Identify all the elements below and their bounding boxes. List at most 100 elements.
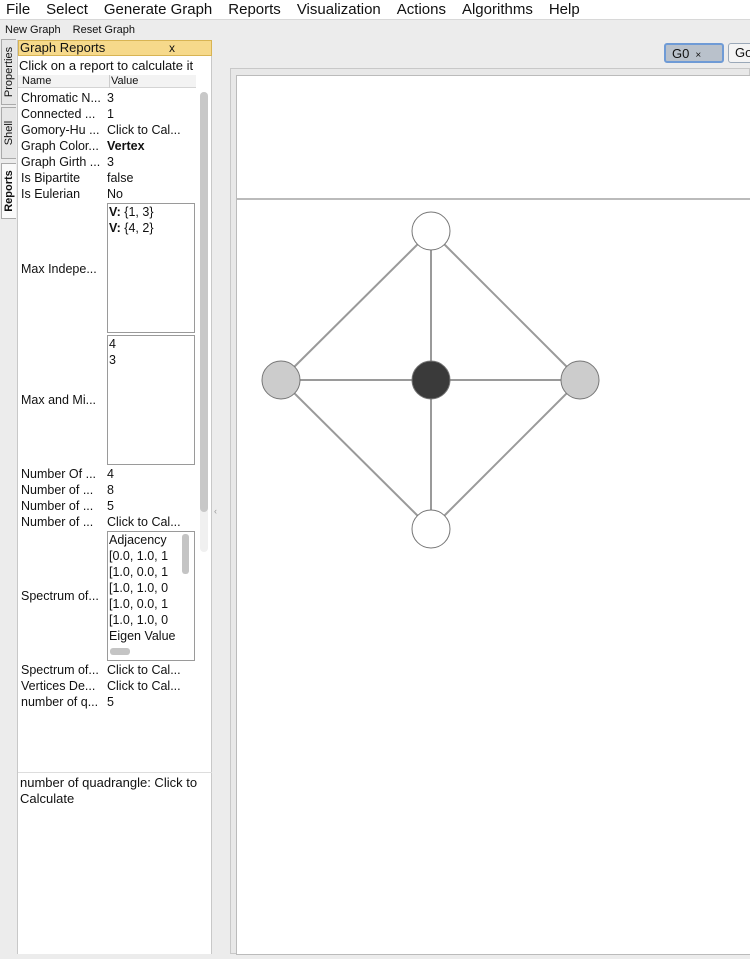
report-value: No [107,187,123,201]
report-value: Click to Cal... [107,515,181,529]
table-row[interactable]: Number Of ... 4 [18,466,196,482]
report-name: Gomory-Hu ... [21,123,100,137]
table-row[interactable]: Number of ... 8 [18,482,196,498]
table-row[interactable]: Is Eulerian No [18,186,196,202]
report-description: number of quadrangle: Click to Calculate [18,772,212,954]
report-name: Spectrum of... [21,589,99,603]
table-row[interactable]: Chromatic N... 3 [18,90,196,106]
report-value: Vertex [107,139,145,153]
spectrum-list[interactable]: Adjacency [0.0, 1.0, 1 [1.0, 0.0, 1 [1.0… [107,531,195,661]
table-row[interactable]: Is Bipartite false [18,170,196,186]
reports-scrollbar-thumb[interactable] [200,92,208,512]
report-value: 3 [107,91,114,105]
tab-other-label: Go [735,45,750,60]
menu-select[interactable]: Select [40,0,88,20]
list-item: 4 [109,337,116,351]
menu-file[interactable]: File [0,0,30,20]
report-value: 4 [107,467,114,481]
report-value: Click to Cal... [107,679,181,693]
report-value: 8 [107,483,114,497]
table-row[interactable]: Number of ... 5 [18,498,196,514]
report-name: Spectrum of... [21,663,99,677]
report-value: 5 [107,499,114,513]
graph-tabs: G0 × Go [230,40,750,68]
graph-workspace [230,68,750,955]
list-item: 3 [109,353,116,367]
graph-svg[interactable] [237,200,750,956]
list-item: [1.0, 0.0, 1 [109,597,169,611]
graph-vertex-right[interactable] [560,360,600,400]
graph-canvas[interactable] [236,199,750,955]
tab-properties[interactable]: Properties [1,39,16,105]
menu-reports[interactable]: Reports [222,0,281,20]
set-value: {4, 2} [124,221,154,235]
graph-vertex-bottom[interactable] [411,509,451,549]
tab-g0[interactable]: G0 × [664,43,724,63]
menu-visualization[interactable]: Visualization [291,0,381,20]
report-value: Click to Cal... [107,123,181,137]
max-min-list[interactable]: 4 3 [107,335,195,465]
close-icon[interactable]: x [169,41,175,55]
graph-vertex-left[interactable] [261,360,301,400]
set-label: V: [109,221,121,235]
report-name: Number of ... [21,499,94,513]
menu-actions[interactable]: Actions [391,0,446,20]
column-header-value[interactable]: Value [109,75,196,88]
spectrum-scrollbar-h[interactable] [110,648,130,655]
tab-shell-label: Shell [3,120,15,146]
table-row[interactable]: Spectrum of... Click to Cal... [18,662,196,678]
table-row[interactable]: Number of ... Click to Cal... [18,514,196,530]
table-row[interactable]: Gomory-Hu ... Click to Cal... [18,122,196,138]
table-row[interactable]: Connected ... 1 [18,106,196,122]
spectrum-scrollbar-v[interactable] [182,534,189,574]
tab-properties-label: Properties [3,46,15,98]
menu-algorithms[interactable]: Algorithms [456,0,533,20]
graph-edge-top-right[interactable] [430,230,581,381]
table-header: Name Value [18,75,196,88]
list-item: V: {4, 2} [109,220,194,236]
reset-graph-button[interactable]: Reset Graph [73,24,135,36]
menu-generate-graph[interactable]: Generate Graph [98,0,212,20]
new-graph-button[interactable]: New Graph [5,24,61,36]
report-name: Number of ... [21,515,94,529]
tab-reports[interactable]: Reports [1,163,16,219]
graph-vertex-center[interactable] [411,360,451,400]
graph-reports-panel: Graph Reports x Click on a report to cal… [17,40,212,954]
tab-shell[interactable]: Shell [1,107,16,159]
column-header-name[interactable]: Name [22,75,51,88]
graph-edge-top-left[interactable] [280,230,432,381]
set-value: {1, 3} [124,205,154,219]
table-row[interactable]: Graph Girth ... 3 [18,154,196,170]
menu-help[interactable]: Help [543,0,580,20]
toolbar: New Graph Reset Graph [0,21,750,39]
report-name: Max Indepe... [21,262,97,276]
report-name: Is Eulerian [21,187,81,201]
table-row[interactable]: Graph Color... Vertex [18,138,196,154]
report-name: Number of ... [21,483,94,497]
report-name: Graph Color... [21,139,99,153]
tab-other[interactable]: Go [728,43,750,63]
report-value: 1 [107,107,114,121]
list-item: Eigen Value [109,629,176,643]
graph-vertex-top[interactable] [411,211,451,251]
max-independent-set-list[interactable]: V: {1, 3} V: {4, 2} [107,203,195,333]
graph-edge-right-bottom[interactable] [430,379,581,530]
list-item: [1.0, 1.0, 0 [109,613,169,627]
side-tabs: Properties Shell Reports [0,39,16,954]
report-name: Max and Mi... [21,393,97,407]
panel-hint: Click on a report to calculate it [19,58,194,73]
table-row[interactable]: number of q... 5 [18,694,196,710]
report-name: number of q... [21,695,99,709]
close-icon[interactable]: × [695,50,701,61]
collapse-arrow-icon[interactable]: ‹ [214,506,217,516]
panel-title: Graph Reports [20,40,106,55]
list-item: V: {1, 3} [109,204,194,220]
tab-g0-label: G0 [672,46,690,61]
tab-reports-label: Reports [3,170,15,212]
table-row[interactable]: Vertices De... Click to Cal... [18,678,196,694]
splitter[interactable] [212,40,230,954]
report-name: Graph Girth ... [21,155,101,169]
report-value: Click to Cal... [107,663,181,677]
report-name: Number Of ... [21,467,97,481]
graph-edge-left-bottom[interactable] [280,379,432,530]
